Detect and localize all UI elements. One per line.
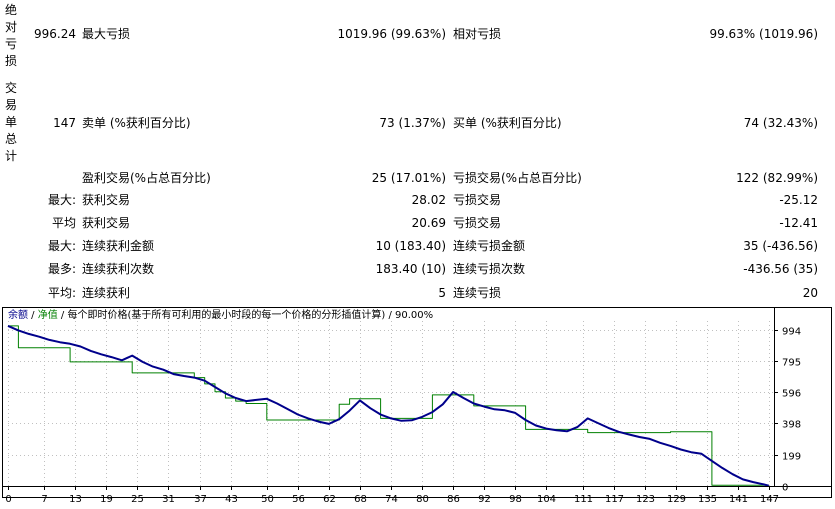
x-tick-label: 141	[729, 494, 748, 505]
average-consecutive-prefix: 平均:	[47, 286, 76, 300]
vchar: 交	[4, 81, 17, 95]
average-prefix: 平均	[51, 216, 76, 230]
vchar: 对	[4, 20, 17, 34]
largest-loss-label: 亏损交易	[453, 193, 502, 207]
equity-line	[8, 325, 769, 486]
x-tick-label: 68	[354, 494, 367, 505]
average-profit-value: 20.69	[411, 216, 446, 230]
average-loss-label: 亏损交易	[453, 216, 502, 230]
x-tick-label: 56	[292, 494, 305, 505]
x-tick-label: 19	[100, 494, 113, 505]
vchar: 单	[4, 115, 17, 129]
vchar: 易	[4, 98, 17, 112]
vchar: 计	[4, 149, 17, 163]
y-tick-label: 795	[782, 358, 801, 369]
balance-line	[7, 324, 770, 487]
x-tick-label: 123	[636, 494, 655, 505]
maximal-consecutive-profit-value: 183.40 (10)	[375, 262, 446, 276]
max-consecutive-losses-label: 连续亏损金额	[453, 239, 526, 253]
largest-profit-value: 28.02	[411, 193, 446, 207]
x-tick-label: 147	[760, 494, 779, 505]
x-tick-label: 129	[667, 494, 686, 505]
y-tick-label: 398	[782, 420, 801, 431]
max-consecutive-wins-value: 10 (183.40)	[375, 239, 446, 253]
profit-trades-value: 25 (17.01%)	[371, 171, 446, 185]
long-positions-label: 买单 (%获利百分比)	[453, 116, 562, 130]
x-tick-label: 117	[605, 494, 624, 505]
loss-trades-label: 亏损交易(%占总百分比)	[453, 171, 582, 185]
largest-profit-label: 获利交易	[82, 193, 131, 207]
vchar: 总	[4, 132, 17, 146]
average-profit-label: 获利交易	[82, 216, 131, 230]
vertical-label-drawdown: 绝 对 亏 损	[4, 2, 18, 70]
maximal-consecutive-prefix: 最多:	[47, 262, 76, 276]
max-consecutive-losses-value: 35 (-436.56)	[743, 239, 818, 253]
x-tick-label: 74	[385, 494, 398, 505]
x-tick-label: 31	[162, 494, 175, 505]
x-tick-label: 111	[574, 494, 593, 505]
x-tick-label: 0	[5, 494, 11, 505]
largest-prefix: 最大:	[47, 193, 76, 207]
average-consecutive-losses-value: 20	[802, 286, 818, 300]
equity-chart: 余额 / 净值 / 每个即时价格(基于所有可利用的最小时段的每一个价格的分形插值…	[2, 307, 832, 507]
x-tick-label: 80	[416, 494, 429, 505]
x-tick-label: 135	[698, 494, 717, 505]
max-consecutive-prefix: 最大:	[47, 239, 76, 253]
x-tick-label: 86	[447, 494, 460, 505]
x-tick-label: 98	[509, 494, 522, 505]
maximal-consecutive-loss-label: 连续亏损次数	[453, 262, 526, 276]
average-consecutive-wins-label: 连续获利	[82, 286, 131, 300]
axes: 0 199 398 596 795 994 0 7 13 19 25 31 37 43 50 56 62 68 74…	[2, 307, 832, 505]
x-tick-label: 37	[194, 494, 207, 505]
grid	[8, 321, 774, 487]
x-tick-label: 62	[323, 494, 336, 505]
x-tick-label: 13	[69, 494, 82, 505]
profit-trades-label: 盈利交易(%占总百分比)	[82, 171, 211, 185]
largest-loss-value: -25.12	[779, 193, 818, 207]
vchar: 亏	[4, 37, 17, 51]
average-loss-value: -12.41	[779, 216, 818, 230]
y-tick-label: 994	[782, 327, 801, 338]
series	[7, 324, 770, 487]
x-tick-label: 104	[537, 494, 556, 505]
x-tick-label: 25	[131, 494, 144, 505]
y-tick-label: 596	[782, 389, 801, 400]
x-tick-label: 92	[478, 494, 491, 505]
absolute-drawdown-value: 996.24	[34, 27, 76, 41]
chart-canvas: 0 199 398 596 795 994 0 7 13 19 25 31 37 43 50 56 62 68 74…	[2, 307, 832, 505]
max-drawdown-label: 最大亏损	[82, 27, 131, 41]
total-trades-value: 147	[53, 116, 76, 130]
x-tick-label: 7	[41, 494, 47, 505]
loss-trades-value: 122 (82.99%)	[736, 171, 818, 185]
relative-drawdown-label: 相对亏损	[453, 27, 502, 41]
x-tick-label: 43	[225, 494, 238, 505]
short-positions-value: 73 (1.37%)	[379, 116, 446, 130]
average-consecutive-losses-label: 连续亏损	[453, 286, 502, 300]
average-consecutive-wins-value: 5	[438, 286, 446, 300]
short-positions-label: 卖单 (%获利百分比)	[82, 116, 191, 130]
vchar: 损	[4, 54, 17, 68]
y-tick-label: 0	[782, 483, 788, 494]
maximal-consecutive-profit-label: 连续获利次数	[82, 262, 155, 276]
max-drawdown-value: 1019.96 (99.63%)	[337, 27, 446, 41]
relative-drawdown-value: 99.63% (1019.96)	[709, 27, 818, 41]
maximal-consecutive-loss-value: -436.56 (35)	[743, 262, 818, 276]
x-tick-label: 50	[261, 494, 274, 505]
vchar: 绝	[4, 3, 17, 17]
max-consecutive-wins-label: 连续获利金额	[82, 239, 155, 253]
vertical-label-trades: 交 易 单 总 计	[4, 80, 18, 165]
long-positions-value: 74 (32.43%)	[743, 116, 818, 130]
y-tick-label: 199	[782, 452, 801, 463]
